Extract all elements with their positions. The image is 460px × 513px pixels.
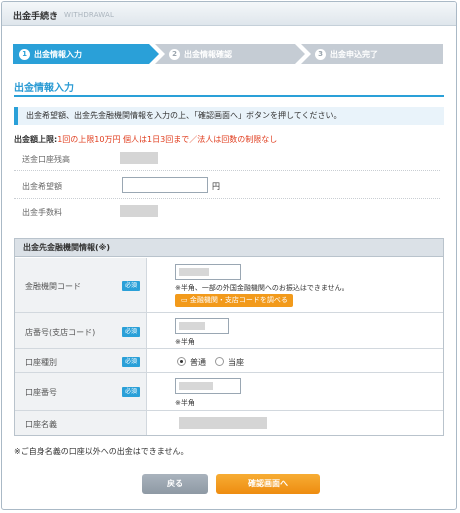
bank-code-row: 金融機関コード 必須 ※半角、一部の外国金融機関へのお振込はできません。 ▭ 金… bbox=[15, 258, 443, 313]
withdrawal-window: 出金手続き WITHDRAWAL 1 出金情報入力 2 出金情報確認 3 出金申… bbox=[1, 1, 457, 510]
section-divider bbox=[14, 95, 444, 97]
bank-code-masked bbox=[179, 268, 209, 276]
account-number-label: 口座番号 bbox=[25, 388, 57, 397]
balance-row: 送金口座残高 bbox=[14, 145, 440, 171]
bank-code-label: 金融機関コード bbox=[25, 282, 81, 291]
account-name-row: 口座名義 bbox=[15, 411, 443, 435]
branch-label: 店番号(支店コード) bbox=[25, 328, 96, 337]
step-1-input: 1 出金情報入力 bbox=[13, 44, 159, 64]
step-number: 1 bbox=[19, 48, 30, 60]
step-number: 2 bbox=[169, 48, 180, 60]
fee-row: 出金手数料 bbox=[14, 199, 440, 223]
window-subtitle: WITHDRAWAL bbox=[64, 11, 115, 19]
bank-info-section: 出金先金融機関情報(※) 金融機関コード 必須 ※半角、一部の外国金融機関へのお… bbox=[14, 238, 444, 436]
account-type-label-cell: 口座種別 必須 bbox=[15, 349, 147, 372]
back-button[interactable]: 戻る bbox=[142, 474, 208, 494]
step-label: 出金情報入力 bbox=[34, 49, 82, 59]
bank-info-header: 出金先金融機関情報(※) bbox=[15, 239, 443, 257]
step-label: 出金申込完了 bbox=[330, 49, 378, 59]
branch-input[interactable] bbox=[175, 318, 229, 334]
account-number-row: 口座番号 必須 ※半角 bbox=[15, 373, 443, 411]
limit-text: 1回の上限10万円 個人は1日3回まで／法人は回数の制限なし bbox=[57, 135, 278, 144]
confirm-button[interactable]: 確認画面へ bbox=[216, 474, 320, 494]
required-badge: 必須 bbox=[122, 357, 140, 367]
amount-row: 出金希望額 円 bbox=[14, 171, 440, 199]
branch-note: ※半角 bbox=[175, 338, 195, 346]
step-3-complete: 3 出金申込完了 bbox=[301, 44, 443, 64]
branch-label-cell: 店番号(支店コード) 必須 bbox=[15, 313, 147, 348]
bank-lookup-button[interactable]: ▭ 金融機関・支店コードを調べる bbox=[175, 294, 293, 307]
account-type-label: 口座種別 bbox=[25, 358, 57, 367]
account-name-label: 口座名義 bbox=[25, 420, 57, 429]
account-type-toza-label: 当座 bbox=[228, 358, 244, 367]
account-type-toza-radio[interactable] bbox=[215, 357, 224, 366]
bank-code-note: ※半角、一部の外国金融機関へのお振込はできません。 bbox=[175, 284, 349, 292]
fee-label: 出金手数料 bbox=[22, 208, 62, 217]
withdrawal-limit: 出金額上限:1回の上限10万円 個人は1日3回まで／法人は回数の制限なし bbox=[14, 134, 277, 145]
bank-code-label-cell: 金融機関コード 必須 bbox=[15, 258, 147, 312]
account-name-label-cell: 口座名義 bbox=[15, 411, 147, 435]
external-link-icon: ▭ bbox=[181, 296, 190, 304]
title-bar: 出金手続き WITHDRAWAL bbox=[2, 2, 456, 26]
required-badge: 必須 bbox=[122, 327, 140, 337]
branch-row: 店番号(支店コード) 必須 ※半角 bbox=[15, 313, 443, 349]
required-badge: 必須 bbox=[122, 281, 140, 291]
account-name-masked bbox=[179, 417, 267, 429]
footer-note: ※ご自身名義の口座以外への出金はできません。 bbox=[14, 447, 189, 456]
fee-value-masked bbox=[120, 205, 158, 217]
account-type-futsu-radio[interactable] bbox=[177, 357, 186, 366]
amount-label: 出金希望額 bbox=[22, 182, 62, 191]
amount-input[interactable] bbox=[122, 177, 208, 193]
limit-label: 出金額上限: bbox=[14, 135, 58, 144]
step-label: 出金情報確認 bbox=[184, 49, 232, 59]
account-number-label-cell: 口座番号 必須 bbox=[15, 373, 147, 410]
instruction-notice: 出金希望額、出金先金融機関情報を入力の上、「確認画面へ」ボタンを押してください。 bbox=[14, 107, 444, 125]
progress-steps: 1 出金情報入力 2 出金情報確認 3 出金申込完了 bbox=[13, 44, 443, 64]
account-type-futsu-label: 普通 bbox=[190, 358, 206, 367]
step-number: 3 bbox=[315, 48, 326, 60]
window-title: 出金手続き bbox=[13, 12, 59, 22]
account-number-note: ※半角 bbox=[175, 399, 195, 407]
balance-label: 送金口座残高 bbox=[22, 155, 70, 164]
bank-lookup-label: 金融機関・支店コードを調べる bbox=[189, 296, 288, 304]
step-2-confirm: 2 出金情報確認 bbox=[155, 44, 305, 64]
balance-value-masked bbox=[120, 152, 158, 164]
bank-code-input[interactable] bbox=[175, 264, 241, 280]
branch-masked bbox=[179, 322, 205, 330]
account-number-input[interactable] bbox=[175, 378, 241, 394]
account-number-masked bbox=[179, 382, 213, 390]
section-title: 出金情報入力 bbox=[14, 83, 74, 94]
required-badge: 必須 bbox=[122, 387, 140, 397]
account-type-row: 口座種別 必須 普通 当座 bbox=[15, 349, 443, 373]
yen-unit: 円 bbox=[212, 182, 220, 191]
